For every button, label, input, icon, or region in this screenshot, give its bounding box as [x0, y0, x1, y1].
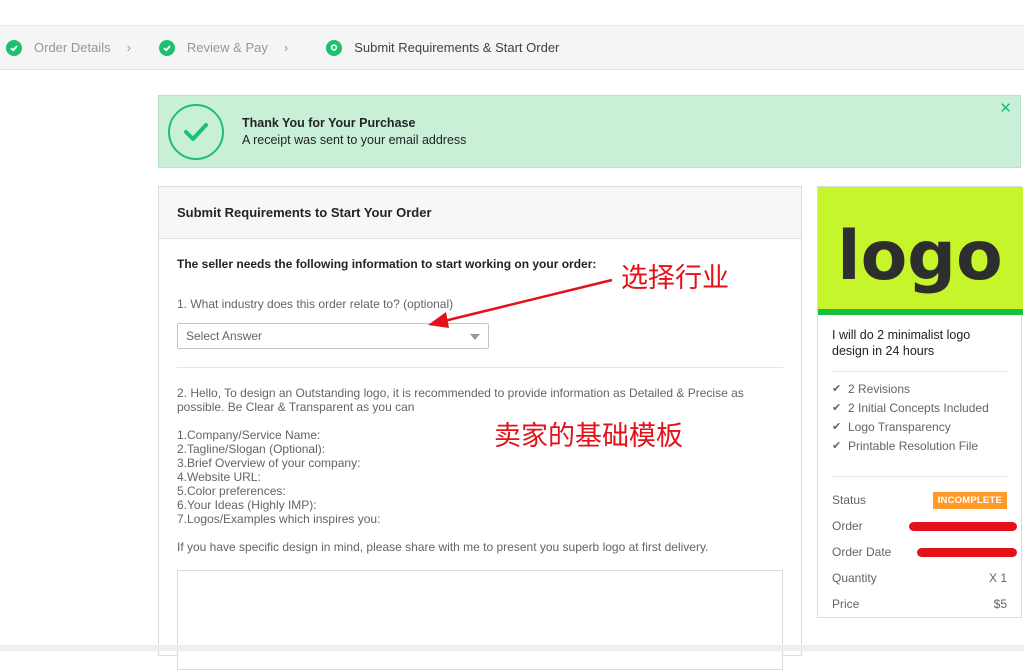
- status-badge: INCOMPLETE: [932, 491, 1007, 509]
- order-date-row: Order Date: [832, 539, 1017, 565]
- feature-item: ✔ Printable Resolution File: [832, 437, 1007, 456]
- redaction-mark: [917, 547, 1017, 557]
- status-row: Status INCOMPLETE: [832, 487, 1007, 513]
- step-review-pay[interactable]: Review & Pay: [158, 39, 268, 56]
- quantity-label: Quantity: [832, 571, 877, 585]
- step-label: Review & Pay: [186, 40, 268, 55]
- logo-image: logo: [837, 217, 1002, 296]
- requirements-outro: If you have specific design in mind, ple…: [177, 540, 709, 554]
- banner-title: Thank You for Your Purchase: [242, 115, 416, 130]
- location-pin-icon: [326, 39, 343, 56]
- top-bar: [0, 0, 1024, 25]
- feature-item: ✔ 2 Initial Concepts Included: [832, 399, 1007, 418]
- gig-features: ✔ 2 Revisions ✔ 2 Initial Concepts Include…: [818, 372, 1021, 456]
- divider: [177, 367, 783, 368]
- check-circle-icon: [6, 39, 22, 56]
- step-order-details[interactable]: Order Details: [6, 39, 111, 56]
- order-summary-sidebar: logo I will do 2 minimalist logo design …: [817, 186, 1023, 618]
- annotation-template: 卖家的基础模板: [494, 421, 683, 452]
- answer-textarea[interactable]: [177, 570, 783, 670]
- industry-select[interactable]: Select Answer: [177, 323, 489, 349]
- gig-thumbnail[interactable]: logo: [818, 187, 1023, 315]
- question-logo-brief: 2. Hello, To design an Outstanding logo,…: [177, 386, 744, 414]
- question-industry: 1. What industry does this order relate …: [177, 297, 454, 311]
- banner-subtitle: A receipt was sent to your email address: [242, 132, 467, 147]
- requirements-header: Submit Requirements to Start Your Order: [159, 187, 801, 239]
- purchase-success-banner: Thank You for Your Purchase A receipt wa…: [158, 95, 1021, 168]
- bottom-bar: [0, 645, 1024, 651]
- feature-item: ✔ 2 Revisions: [832, 380, 1007, 399]
- order-meta: Status INCOMPLETE Order Order Date Quant…: [818, 477, 1021, 617]
- list-item: 4.Website URL:: [177, 470, 261, 484]
- success-check-icon: [168, 103, 224, 160]
- price-label: Price: [832, 597, 860, 611]
- list-item: 2.Tagline/Slogan (Optional):: [177, 442, 326, 456]
- list-item: 1.Company/Service Name:: [177, 428, 321, 442]
- close-icon[interactable]: ✕: [999, 99, 1012, 117]
- list-item: 3.Brief Overview of your company:: [177, 456, 361, 470]
- price-row: Price $5: [832, 591, 1007, 617]
- step-label: Order Details: [34, 40, 111, 55]
- logo-text: logo: [837, 217, 1002, 296]
- order-row: Order: [832, 513, 1017, 539]
- step-label: Submit Requirements & Start Order: [354, 40, 560, 55]
- step-submit-requirements[interactable]: Submit Requirements & Start Order: [316, 39, 560, 56]
- quantity-value: X 1: [988, 571, 1007, 585]
- check-icon: ✔: [832, 421, 842, 433]
- order-label: Order: [832, 519, 863, 533]
- list-item: 6.Your Ideas (Highly IMP):: [177, 498, 317, 512]
- check-icon: ✔: [832, 383, 842, 395]
- brief-checklist: 1.Company/Service Name: 2.Tagline/Slogan…: [177, 428, 783, 526]
- list-item: 7.Logos/Examples which inspires you:: [177, 512, 381, 526]
- checkout-steps: Order Details › Review & Pay › Submit Re…: [0, 25, 1024, 70]
- check-icon: ✔: [832, 402, 842, 414]
- annotation-industry: 选择行业: [621, 263, 729, 294]
- gig-title[interactable]: I will do 2 minimalist logo design in 24…: [818, 315, 1021, 359]
- order-date-label: Order Date: [832, 545, 892, 559]
- redaction-mark: [909, 521, 1017, 531]
- chevron-right-icon: ›: [126, 40, 131, 55]
- check-icon: ✔: [832, 440, 842, 452]
- check-circle-icon: [158, 39, 175, 56]
- feature-item: ✔ Logo Transparency: [832, 418, 1007, 437]
- list-item: 5.Color preferences:: [177, 484, 286, 498]
- price-value: $5: [993, 597, 1007, 611]
- thumbnail-strip: [818, 309, 1023, 315]
- quantity-row: Quantity X 1: [832, 565, 1007, 591]
- status-label: Status: [832, 493, 867, 507]
- chevron-down-icon: [470, 334, 480, 340]
- select-value: Select Answer: [186, 329, 263, 343]
- chevron-right-icon: ›: [283, 40, 289, 55]
